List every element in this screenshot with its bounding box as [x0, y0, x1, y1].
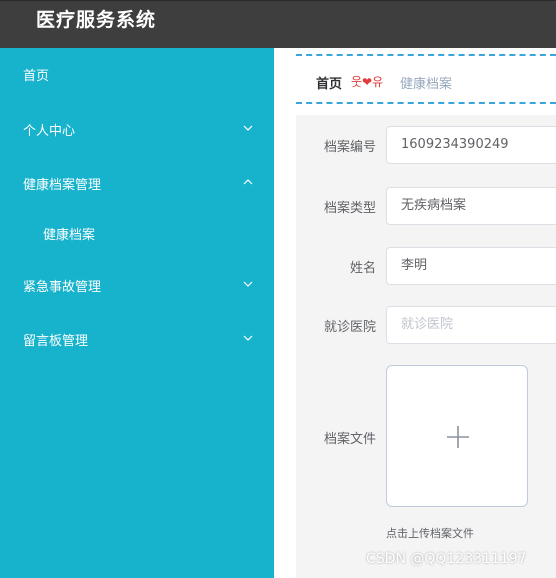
chevron-up-icon [243, 179, 253, 185]
hospital-label: 就诊医院 [323, 320, 376, 335]
sidebar-item-label: 首页 [23, 69, 50, 84]
sidebar-menu: 首页 个人中心 健康档案管理 健康档案 紧急事故管理 留言板管理 [0, 48, 274, 578]
breadcrumb-separator: 웃❤유 [351, 73, 383, 90]
record-number-label: 档案编号 [323, 140, 376, 155]
watermark: CSDN @QQ123311197 [366, 551, 527, 567]
breadcrumb-current: 健康档案 [400, 77, 453, 92]
breadcrumb-home-link[interactable]: 首页 [316, 73, 342, 92]
record-form: 档案编号 1609234390249 档案类型 无疾病档案 姓名 李明 就诊医院… [296, 115, 556, 578]
sidebar-item-home[interactable]: 首页 [0, 56, 274, 92]
sidebar-item-label: 个人中心 [23, 124, 76, 139]
hospital-input[interactable]: 就诊医院 [386, 306, 556, 344]
sidebar-item-label: 紧急事故管理 [23, 280, 102, 295]
chevron-down-icon [243, 335, 253, 341]
sidebar-item-label: 留言板管理 [23, 334, 89, 349]
name-input[interactable]: 李明 [386, 247, 556, 285]
name-label: 姓名 [349, 261, 376, 276]
record-file-label: 档案文件 [323, 432, 376, 447]
breadcrumb: 首页 웃❤유 健康档案 [296, 54, 556, 104]
sidebar-item-label: 健康档案 [43, 228, 96, 243]
sidebar-item-emergency-management[interactable]: 紧急事故管理 [0, 267, 274, 303]
breadcrumb-separator-right: 유 [372, 75, 384, 89]
heart-icon: ❤ [362, 75, 373, 89]
chevron-down-icon [243, 281, 253, 287]
sidebar-item-personal-center[interactable]: 个人中心 [0, 111, 274, 147]
sidebar-item-label: 健康档案管理 [23, 178, 102, 193]
main-content: 首页 웃❤유 健康档案 档案编号 1609234390249 档案类型 无疾病档… [274, 48, 556, 578]
file-upload-box[interactable] [386, 365, 528, 507]
record-type-label: 档案类型 [323, 201, 376, 216]
top-header-bar: 医疗服务系统 [0, 0, 556, 48]
app-title: 医疗服务系统 [36, 9, 157, 31]
chevron-down-icon [243, 125, 253, 131]
sidebar-item-message-board-management[interactable]: 留言板管理 [0, 321, 274, 357]
record-number-input[interactable]: 1609234390249 [386, 126, 556, 164]
upload-tip: 点击上传档案文件 [386, 527, 474, 540]
sidebar-item-health-records[interactable]: 健康档案 [0, 215, 274, 251]
record-type-input[interactable]: 无疾病档案 [386, 187, 556, 225]
sidebar-item-health-records-management[interactable]: 健康档案管理 [0, 165, 274, 201]
plus-icon [447, 426, 469, 448]
breadcrumb-separator-left: 웃 [351, 75, 363, 89]
